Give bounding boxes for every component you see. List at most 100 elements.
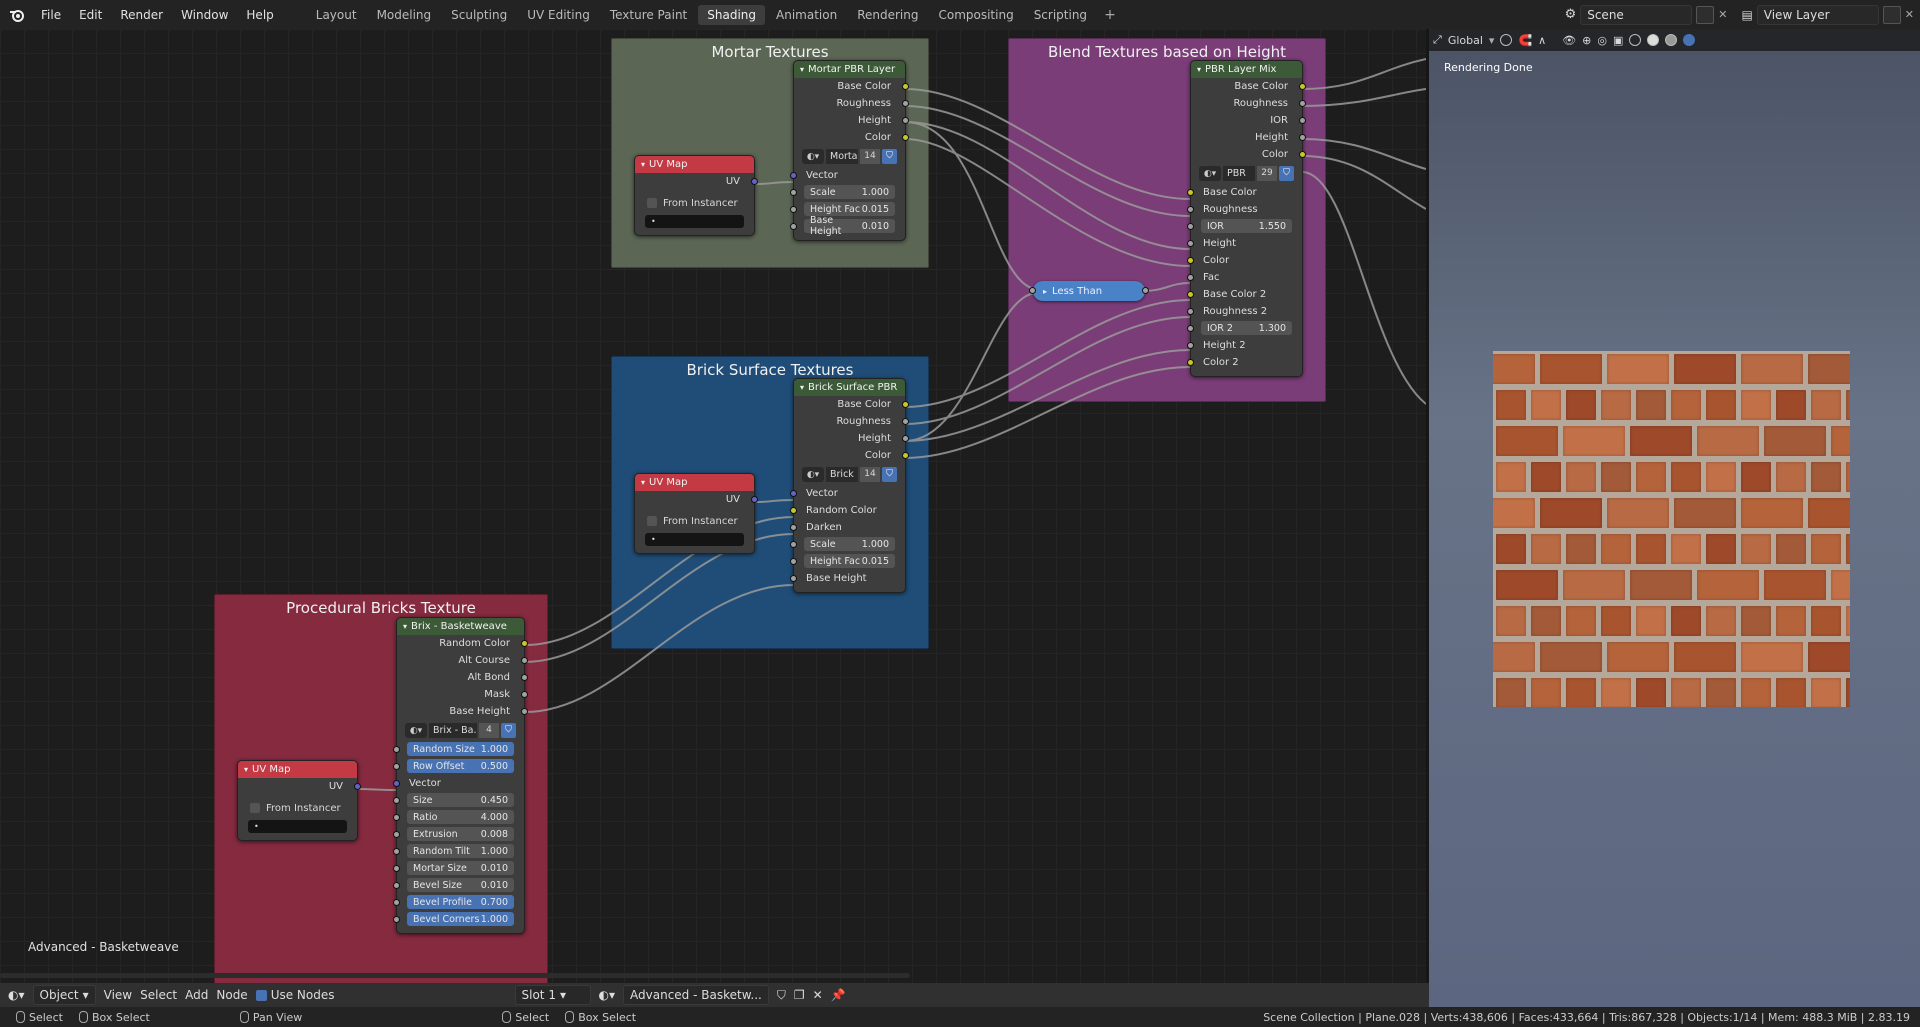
socket-icon[interactable] <box>1299 83 1306 90</box>
socket-icon[interactable] <box>521 674 528 681</box>
from-instancer-checkbox[interactable]: From Instancer <box>238 799 357 817</box>
tab-scripting[interactable]: Scripting <box>1025 5 1096 25</box>
socket-icon[interactable] <box>1187 189 1194 196</box>
node-group-selector[interactable]: ◐▾ PBR 29 ⛉ <box>1199 166 1294 181</box>
node-pbr-layer-mix[interactable]: ▾ PBR Layer Mix Base Color Roughness IOR … <box>1187 60 1306 377</box>
node-tree-icon[interactable]: ◐▾ <box>405 723 427 738</box>
menu-render[interactable]: Render <box>111 1 172 29</box>
socket-icon[interactable] <box>521 640 528 647</box>
socket-icon[interactable] <box>1187 308 1194 315</box>
node-less-than[interactable]: ▸ Less Than <box>1029 281 1149 301</box>
shading-solid-icon[interactable] <box>1647 34 1660 46</box>
pin-icon[interactable]: 📌 <box>831 988 846 1002</box>
socket-icon[interactable] <box>393 746 400 753</box>
node-header[interactable]: ▾ Brick Surface PBR <box>794 379 905 396</box>
socket-icon[interactable] <box>790 189 797 196</box>
ratio-field[interactable]: Ratio 4.000 <box>407 810 514 824</box>
node-group-selector[interactable]: ◐▾Brix - Ba...4⛉ <box>405 723 516 738</box>
height-fac-field[interactable]: Height Fac 0.015 <box>804 554 895 568</box>
socket-icon[interactable] <box>1187 342 1194 349</box>
gizmo-icon[interactable]: ⊕ <box>1582 34 1591 47</box>
socket-icon[interactable] <box>393 814 400 821</box>
fake-user-icon[interactable]: ⛉ <box>1279 166 1294 181</box>
socket-icon[interactable] <box>393 882 400 889</box>
socket-icon[interactable] <box>790 490 797 497</box>
collapse-icon[interactable]: ▾ <box>800 65 804 74</box>
ior-field[interactable]: IOR 1.550 <box>1201 219 1292 233</box>
socket-icon[interactable] <box>902 452 909 459</box>
checkbox-icon[interactable] <box>647 516 657 526</box>
menu-edit[interactable]: Edit <box>70 1 111 29</box>
shading-wireframe-icon[interactable] <box>1629 34 1642 46</box>
fake-user-icon[interactable]: ⛉ <box>882 149 897 164</box>
bevel-corners-field[interactable]: Bevel Corners 1.000 <box>407 912 514 926</box>
orientation-dropdown[interactable]: Global <box>1448 34 1483 47</box>
menu-add[interactable]: Add <box>185 988 208 1002</box>
use-nodes-toggle[interactable]: Use Nodes <box>255 988 335 1002</box>
node-brick-surface-pbr[interactable]: ▾ Brick Surface PBR Base Color Roughness … <box>790 378 909 593</box>
socket-icon[interactable] <box>1187 274 1194 281</box>
scene-icon[interactable]: ⚙ <box>1565 7 1577 22</box>
editor-type-icon[interactable]: ◐▾ <box>8 988 25 1002</box>
size-field[interactable]: Size 0.450 <box>407 793 514 807</box>
material-field[interactable]: Advanced - Basketw... <box>623 985 769 1005</box>
row-offset-field[interactable]: Row Offset 0.500 <box>407 759 514 773</box>
node-brix-basketweave[interactable]: ▾ Brix - Basketweave Random Color Alt Cou… <box>393 617 528 934</box>
collapse-icon[interactable]: ▾ <box>244 765 248 774</box>
socket-icon[interactable] <box>790 223 797 230</box>
socket-icon[interactable] <box>393 916 400 923</box>
socket-icon[interactable] <box>521 691 528 698</box>
socket-icon[interactable] <box>790 206 797 213</box>
socket-icon[interactable] <box>902 117 909 124</box>
menu-help[interactable]: Help <box>237 1 282 29</box>
new-scene-icon[interactable] <box>1696 5 1715 24</box>
menu-node[interactable]: Node <box>216 988 247 1002</box>
socket-icon[interactable] <box>1187 291 1194 298</box>
node-group-selector[interactable]: ◐▾ Morta 14 ⛉ <box>802 149 897 164</box>
socket-icon[interactable] <box>521 657 528 664</box>
socket-icon[interactable] <box>1187 257 1194 264</box>
socket-icon[interactable] <box>902 401 909 408</box>
socket-icon[interactable] <box>393 848 400 855</box>
add-workspace-icon[interactable]: + <box>1098 7 1122 23</box>
shader-node-editor[interactable]: Mortar Textures Blend Textures based on … <box>0 29 1426 983</box>
node-header[interactable]: ▾ PBR Layer Mix <box>1191 61 1302 78</box>
material-icon[interactable]: ◐▾ <box>599 988 616 1002</box>
proportional-icon[interactable]: ∧ <box>1538 34 1546 47</box>
menu-file[interactable]: File <box>32 1 70 29</box>
pivot-icon[interactable] <box>1500 34 1513 46</box>
tab-texture-paint[interactable]: Texture Paint <box>601 5 696 25</box>
socket-icon[interactable] <box>1187 206 1194 213</box>
socket-icon[interactable] <box>1029 287 1036 294</box>
socket-icon[interactable] <box>393 763 400 770</box>
scale-field[interactable]: Scale 1.000 <box>804 537 895 551</box>
node-uv-map[interactable]: ▾ UV Map UV From Instancer • <box>237 760 361 841</box>
bevel-size-field[interactable]: Bevel Size 0.010 <box>407 878 514 892</box>
socket-icon[interactable] <box>521 708 528 715</box>
collapse-icon[interactable]: ▸ <box>1043 287 1047 296</box>
socket-icon[interactable] <box>1187 359 1194 366</box>
socket-icon[interactable] <box>1299 134 1306 141</box>
xray-icon[interactable]: ▣ <box>1613 34 1623 47</box>
tab-shading[interactable]: Shading <box>698 4 765 25</box>
node-tree-icon[interactable]: ◐▾ <box>1199 166 1221 181</box>
socket-icon[interactable] <box>790 558 797 565</box>
random-tilt-field[interactable]: Random Tilt 1.000 <box>407 844 514 858</box>
horizontal-scrollbar[interactable] <box>0 973 910 978</box>
socket-icon[interactable] <box>1299 151 1306 158</box>
node-mortar-pbr-layer[interactable]: ▾ Mortar PBR Layer Base Color Roughness H… <box>790 60 909 241</box>
socket-icon[interactable] <box>393 780 400 787</box>
node-tree-icon[interactable]: ◐▾ <box>802 467 824 482</box>
tab-sculpting[interactable]: Sculpting <box>442 5 516 25</box>
view-layer-icon[interactable]: ▤ <box>1741 8 1752 22</box>
menu-window[interactable]: Window <box>172 1 237 29</box>
delete-scene-icon[interactable]: ✕ <box>1718 8 1727 21</box>
new-view-layer-icon[interactable] <box>1882 5 1901 24</box>
tab-animation[interactable]: Animation <box>767 5 846 25</box>
delete-view-layer-icon[interactable]: ✕ <box>1905 8 1914 21</box>
socket-icon[interactable] <box>902 100 909 107</box>
node-header[interactable]: ▾ UV Map <box>635 156 754 173</box>
collapse-icon[interactable]: ▾ <box>641 478 645 487</box>
tab-rendering[interactable]: Rendering <box>848 5 927 25</box>
view-layer-field[interactable]: View Layer <box>1756 4 1879 25</box>
